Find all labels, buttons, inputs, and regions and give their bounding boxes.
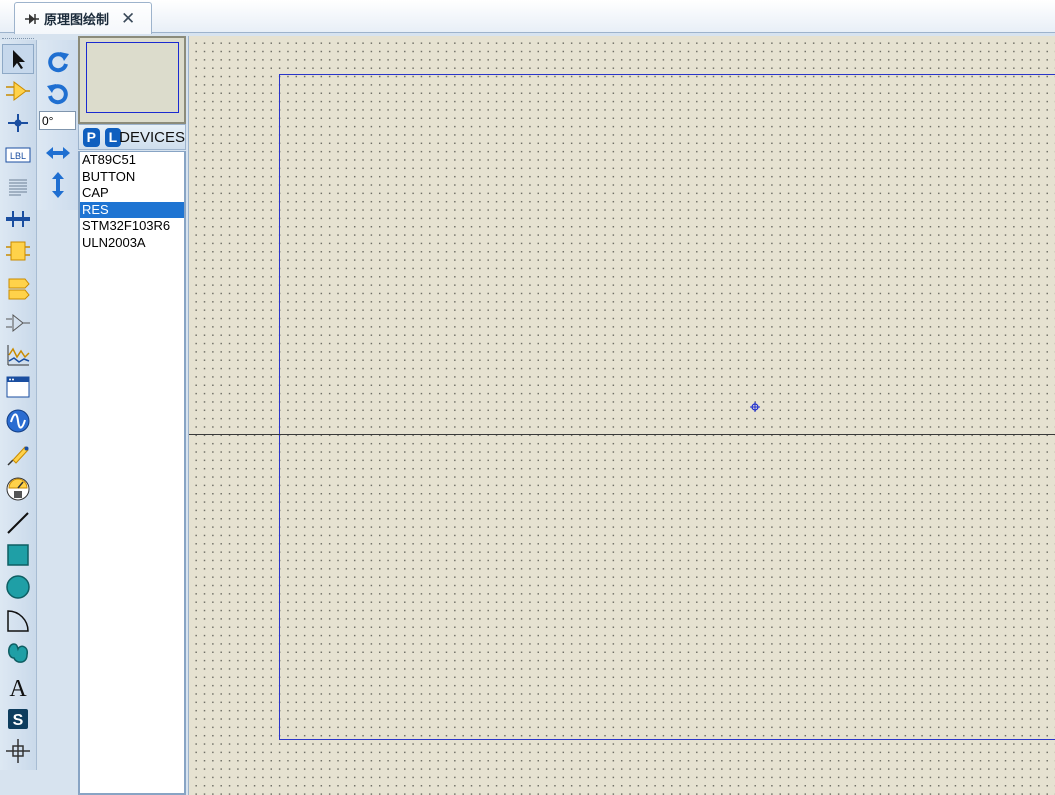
generator-icon[interactable] xyxy=(2,406,34,436)
cursor-crosshair-line xyxy=(189,434,1055,435)
terminal-icon[interactable] xyxy=(2,274,34,304)
symbol-icon[interactable]: S xyxy=(2,704,34,734)
origin-marker-icon xyxy=(750,402,760,412)
marker-icon[interactable] xyxy=(2,736,34,766)
devices-title: DEVICES xyxy=(119,128,185,146)
list-item-selected[interactable]: RES xyxy=(80,201,184,218)
schematic-editor-window: 原理图绘制 ✕ LBL A S 0° P L DEVICES AT89C51 B… xyxy=(0,0,1055,795)
text-script-icon[interactable] xyxy=(2,172,34,202)
tab-bar: 原理图绘制 ✕ xyxy=(0,0,1055,34)
tape-recorder-icon[interactable] xyxy=(2,372,34,402)
svg-text:S: S xyxy=(13,712,24,729)
device-list[interactable]: AT89C51 BUTTON CAP RES STM32F103R6 ULN20… xyxy=(78,151,186,795)
selection-mode-icon[interactable] xyxy=(2,44,34,74)
wire-label-icon[interactable]: LBL xyxy=(2,140,34,170)
junction-dot-icon[interactable] xyxy=(2,108,34,138)
rotate-anticlockwise-icon[interactable] xyxy=(42,78,74,108)
tab-label: 原理图绘制 xyxy=(44,13,110,28)
sheet-border xyxy=(279,74,1055,740)
list-item[interactable]: BUTTON xyxy=(80,169,184,186)
circle-icon[interactable] xyxy=(2,572,34,602)
svg-text:LBL: LBL xyxy=(10,151,26,161)
flip-vertical-icon[interactable] xyxy=(42,170,74,200)
tab-schematic-capture[interactable]: 原理图绘制 ✕ xyxy=(14,2,152,34)
path-icon[interactable] xyxy=(2,638,34,668)
graph-icon[interactable] xyxy=(2,340,34,370)
line-icon[interactable] xyxy=(2,508,34,538)
orientation-toolbar xyxy=(37,40,78,210)
flip-horizontal-icon[interactable] xyxy=(42,138,74,168)
svg-text:A: A xyxy=(9,676,27,700)
virtual-instrument-icon[interactable] xyxy=(2,474,34,504)
pick-devices-button[interactable]: P xyxy=(83,127,100,147)
voltage-probe-icon[interactable] xyxy=(2,440,34,470)
list-item[interactable]: AT89C51 xyxy=(80,152,184,169)
close-icon[interactable]: ✕ xyxy=(121,9,135,29)
rotation-angle-field[interactable] xyxy=(39,111,76,130)
component-mode-icon[interactable] xyxy=(2,76,34,106)
overview-view-rectangle[interactable] xyxy=(86,42,179,113)
list-item[interactable]: ULN2003A xyxy=(80,235,184,252)
schematic-canvas[interactable] xyxy=(188,36,1055,795)
bus-icon[interactable] xyxy=(2,204,34,234)
overview-window[interactable] xyxy=(78,36,186,124)
list-item[interactable]: STM32F103R6 xyxy=(80,218,184,235)
text-icon[interactable]: A xyxy=(2,672,34,702)
device-pin-icon[interactable] xyxy=(2,308,34,338)
mode-toolbar: LBL A S xyxy=(0,38,37,770)
arc-icon[interactable] xyxy=(2,606,34,636)
rotate-clockwise-icon[interactable] xyxy=(42,46,74,76)
schematic-icon xyxy=(25,13,39,24)
list-item[interactable]: CAP xyxy=(80,185,184,202)
toolbar-grip[interactable] xyxy=(2,38,34,41)
devices-header: P L DEVICES xyxy=(78,124,186,150)
box-icon[interactable] xyxy=(2,540,34,570)
subcircuit-icon[interactable] xyxy=(2,236,34,266)
